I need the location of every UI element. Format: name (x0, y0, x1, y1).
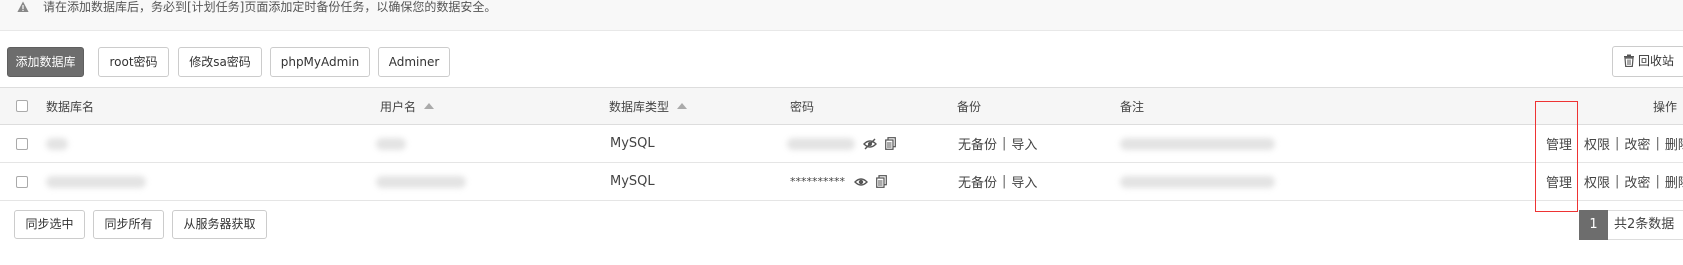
table-header: 数据库名 用户名 数据库类型 密码 备份 备注 操作 (0, 88, 1683, 125)
sync-selected-button[interactable]: 同步选中 (14, 210, 85, 239)
note-redacted[interactable] (1120, 137, 1275, 150)
delete-link[interactable]: 删除 (1665, 172, 1683, 191)
username-redacted (376, 175, 466, 188)
trash-icon (1624, 54, 1634, 68)
permission-link[interactable]: 权限 (1584, 134, 1610, 153)
notice-bar: 请在添加数据库后，务必到[计划任务]页面添加定时备份任务，以确保您的数据安全。 (0, 0, 1683, 31)
row-checkbox[interactable] (16, 175, 28, 188)
header-actions: 操作 (1653, 99, 1678, 114)
database-table: 数据库名 用户名 数据库类型 密码 备份 备注 操作 MySQL 无备份 | 导入 … (0, 87, 1683, 201)
sort-up-icon[interactable] (677, 103, 688, 109)
header-password: 密码 (790, 99, 815, 114)
db-name-redacted[interactable] (46, 137, 68, 150)
import-link[interactable]: 导入 (1011, 134, 1037, 153)
table-row: MySQL 无备份|导入 管理 权限|改密|删除 (0, 125, 1683, 163)
phpmyadmin-button[interactable]: phpMyAdmin (270, 47, 370, 77)
eye-slash-icon[interactable] (863, 138, 877, 150)
sort-up-icon[interactable] (424, 103, 435, 109)
backup-link[interactable]: 无备份 (958, 134, 997, 153)
change-password-link[interactable]: 改密 (1624, 134, 1650, 153)
password-redacted (787, 137, 855, 150)
header-backup: 备份 (957, 99, 982, 114)
header-db-name[interactable]: 数据库名 (46, 98, 94, 115)
add-database-button[interactable]: 添加数据库 (7, 47, 84, 77)
notice-text: 请在添加数据库后，务必到[计划任务]页面添加定时备份任务，以确保您的数据安全。 (43, 0, 497, 14)
root-password-button[interactable]: root密码 (98, 47, 169, 77)
change-password-link[interactable]: 改密 (1624, 172, 1650, 191)
copy-icon[interactable] (876, 175, 887, 188)
recycle-label: 回收站 (1638, 54, 1675, 68)
manage-link[interactable]: 管理 (1546, 134, 1572, 153)
copy-icon[interactable] (885, 137, 896, 150)
header-db-type[interactable]: 数据库类型 (609, 98, 669, 115)
note-redacted[interactable] (1120, 175, 1275, 188)
fetch-from-server-button[interactable]: 从服务器获取 (172, 210, 267, 239)
import-link[interactable]: 导入 (1011, 172, 1037, 191)
permission-link[interactable]: 权限 (1584, 172, 1610, 191)
row-checkbox[interactable] (16, 137, 28, 150)
pagination-total: 共2条数据 (1608, 210, 1683, 240)
db-type: MySQL (610, 136, 655, 151)
table-row: MySQL ********** 无备份|导入 管理 权限|改密|删除 (0, 163, 1683, 201)
password-mask: ********** (790, 175, 845, 188)
adminer-button[interactable]: Adminer (378, 47, 450, 77)
select-all-checkbox[interactable] (16, 100, 28, 112)
change-sa-password-button[interactable]: 修改sa密码 (178, 47, 262, 77)
header-username[interactable]: 用户名 (380, 98, 416, 115)
username-redacted (376, 137, 406, 150)
pagination-current[interactable]: 1 (1579, 210, 1608, 240)
eye-icon[interactable] (854, 177, 868, 187)
recycle-bin-button[interactable]: 回收站 (1612, 46, 1683, 77)
manage-link[interactable]: 管理 (1546, 172, 1572, 191)
header-note: 备注 (1120, 99, 1145, 114)
delete-link[interactable]: 删除 (1665, 134, 1683, 153)
db-type: MySQL (610, 174, 655, 189)
db-name-redacted[interactable] (46, 175, 146, 188)
warning-icon (17, 1, 29, 12)
backup-link[interactable]: 无备份 (958, 172, 997, 191)
sync-all-button[interactable]: 同步所有 (93, 210, 164, 239)
